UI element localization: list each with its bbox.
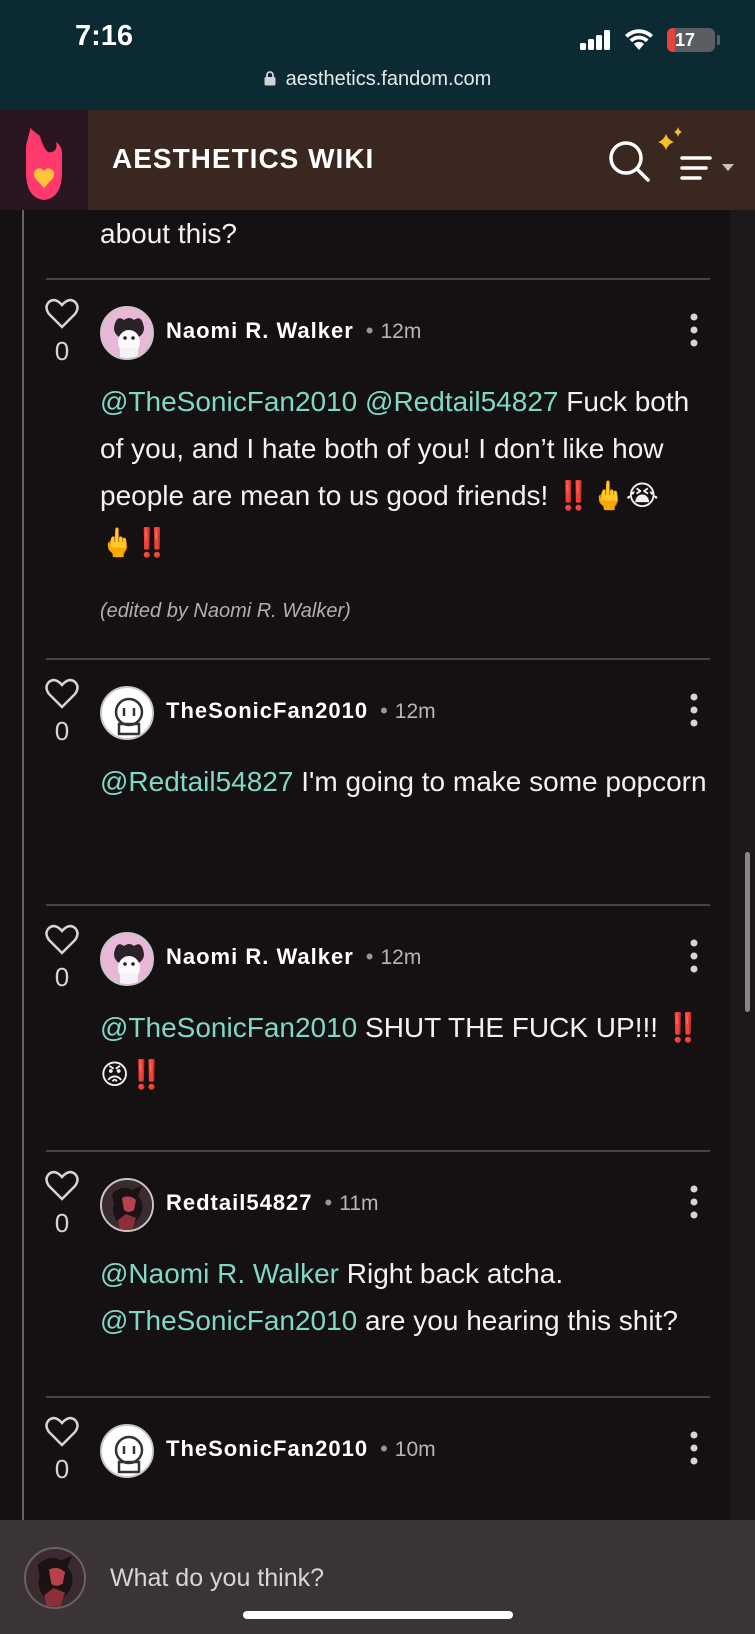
battery-icon: 17 bbox=[667, 28, 715, 52]
home-indicator[interactable] bbox=[243, 1611, 513, 1619]
wifi-icon bbox=[625, 29, 653, 50]
sparkle-menu-icon[interactable] bbox=[654, 124, 738, 194]
comment-time: 12m bbox=[380, 320, 422, 343]
search-icon[interactable] bbox=[606, 138, 652, 184]
comment-author[interactable]: Naomi R. Walker • 12m bbox=[166, 944, 421, 970]
more-options-icon[interactable] bbox=[686, 1184, 702, 1220]
comment-body: I'm going to make some popcorn bbox=[301, 766, 707, 797]
divider bbox=[46, 1150, 710, 1152]
mention-link[interactable]: @TheSonicFan2010 bbox=[100, 1012, 357, 1043]
wiki-header: AESTHETICS WIKI bbox=[0, 110, 755, 210]
comment-body-continued: are you hearing this shit? bbox=[365, 1305, 678, 1336]
comment-time: 12m bbox=[394, 700, 436, 723]
mention-link[interactable]: @Redtail54827 bbox=[100, 766, 293, 797]
like-count: 0 bbox=[54, 1454, 70, 1484]
heart-icon[interactable] bbox=[45, 298, 79, 330]
more-options-icon[interactable] bbox=[686, 312, 702, 348]
battery-tip bbox=[717, 35, 720, 45]
comment-time: 10m bbox=[394, 1438, 436, 1461]
more-options-icon[interactable] bbox=[686, 1430, 702, 1466]
like-count: 0 bbox=[54, 716, 70, 746]
comment-thread[interactable]: about this? 0 Naomi R. Walker • 12m @TheSo… bbox=[0, 210, 755, 1520]
like-count: 0 bbox=[54, 962, 70, 992]
like-count: 0 bbox=[54, 1208, 70, 1238]
reply-input[interactable] bbox=[110, 1558, 670, 1598]
avatar-image bbox=[102, 308, 152, 358]
lock-icon bbox=[264, 69, 276, 86]
comment-text: @Redtail54827 I'm going to make some pop… bbox=[100, 758, 710, 805]
heart-icon[interactable] bbox=[45, 678, 79, 710]
edited-note: (edited by Naomi R. Walker) bbox=[100, 600, 351, 622]
avatar[interactable] bbox=[100, 1178, 154, 1232]
mention-link[interactable]: @TheSonicFan2010 bbox=[100, 386, 357, 417]
scrollbar[interactable] bbox=[745, 852, 750, 1012]
previous-comment-text: about this? bbox=[100, 218, 237, 249]
comment-time: 12m bbox=[380, 946, 422, 969]
divider bbox=[46, 1396, 710, 1398]
comment-text: @TheSonicFan2010 SHUT THE FUCK UP!!! ‼️😡… bbox=[100, 1004, 710, 1098]
avatar[interactable] bbox=[100, 306, 154, 360]
wiki-title[interactable]: AESTHETICS WIKI bbox=[112, 143, 374, 175]
comment-author[interactable]: Naomi R. Walker • 12m bbox=[166, 318, 421, 344]
comment-text: @Naomi R. Walker Right back atcha. @TheS… bbox=[100, 1250, 710, 1344]
fandom-logo-icon bbox=[26, 128, 62, 200]
address-bar[interactable]: aesthetics.fandom.com bbox=[0, 68, 755, 91]
divider bbox=[46, 904, 710, 906]
clock: 7:16 bbox=[75, 20, 134, 52]
heart-icon[interactable] bbox=[45, 1416, 79, 1448]
avatar-image bbox=[102, 688, 152, 738]
current-user-avatar[interactable] bbox=[24, 1547, 86, 1609]
divider bbox=[46, 658, 710, 660]
avatar-image bbox=[102, 1180, 152, 1230]
avatar-image bbox=[102, 934, 152, 984]
avatar[interactable] bbox=[100, 932, 154, 986]
comment-body: SHUT THE FUCK UP!!! bbox=[365, 1012, 659, 1043]
signal-icon bbox=[580, 30, 610, 50]
comment-author[interactable]: Redtail54827 • 11m bbox=[166, 1190, 379, 1216]
heart-icon[interactable] bbox=[45, 924, 79, 956]
avatar[interactable] bbox=[100, 686, 154, 740]
page-edge bbox=[730, 210, 755, 1520]
thread-line bbox=[22, 210, 24, 1520]
fandom-logo[interactable] bbox=[0, 110, 88, 210]
heart-icon[interactable] bbox=[45, 1170, 79, 1202]
divider bbox=[46, 278, 710, 280]
more-options-icon[interactable] bbox=[686, 938, 702, 974]
avatar-image bbox=[26, 1549, 84, 1607]
comment-author[interactable]: TheSonicFan2010 • 12m bbox=[166, 698, 436, 724]
status-bar: 7:16 17 aesthetics.fandom.com bbox=[0, 0, 755, 110]
comment-body: Right back atcha. bbox=[346, 1258, 564, 1289]
comment-text: @TheSonicFan2010 @Redtail54827 Fuck both… bbox=[100, 378, 710, 566]
url-text: aesthetics.fandom.com bbox=[285, 68, 492, 90]
more-options-icon[interactable] bbox=[686, 692, 702, 728]
battery-level: 17 bbox=[674, 30, 696, 50]
comment-author[interactable]: TheSonicFan2010 • 10m bbox=[166, 1436, 436, 1462]
mention-link[interactable]: @Redtail54827 bbox=[365, 386, 558, 417]
mention-link[interactable]: @Naomi R. Walker bbox=[100, 1258, 339, 1289]
avatar[interactable] bbox=[100, 1424, 154, 1478]
avatar-image bbox=[102, 1426, 152, 1476]
mention-link[interactable]: @TheSonicFan2010 bbox=[100, 1305, 357, 1336]
like-count: 0 bbox=[54, 336, 70, 366]
comment-time: 11m bbox=[339, 1192, 379, 1215]
